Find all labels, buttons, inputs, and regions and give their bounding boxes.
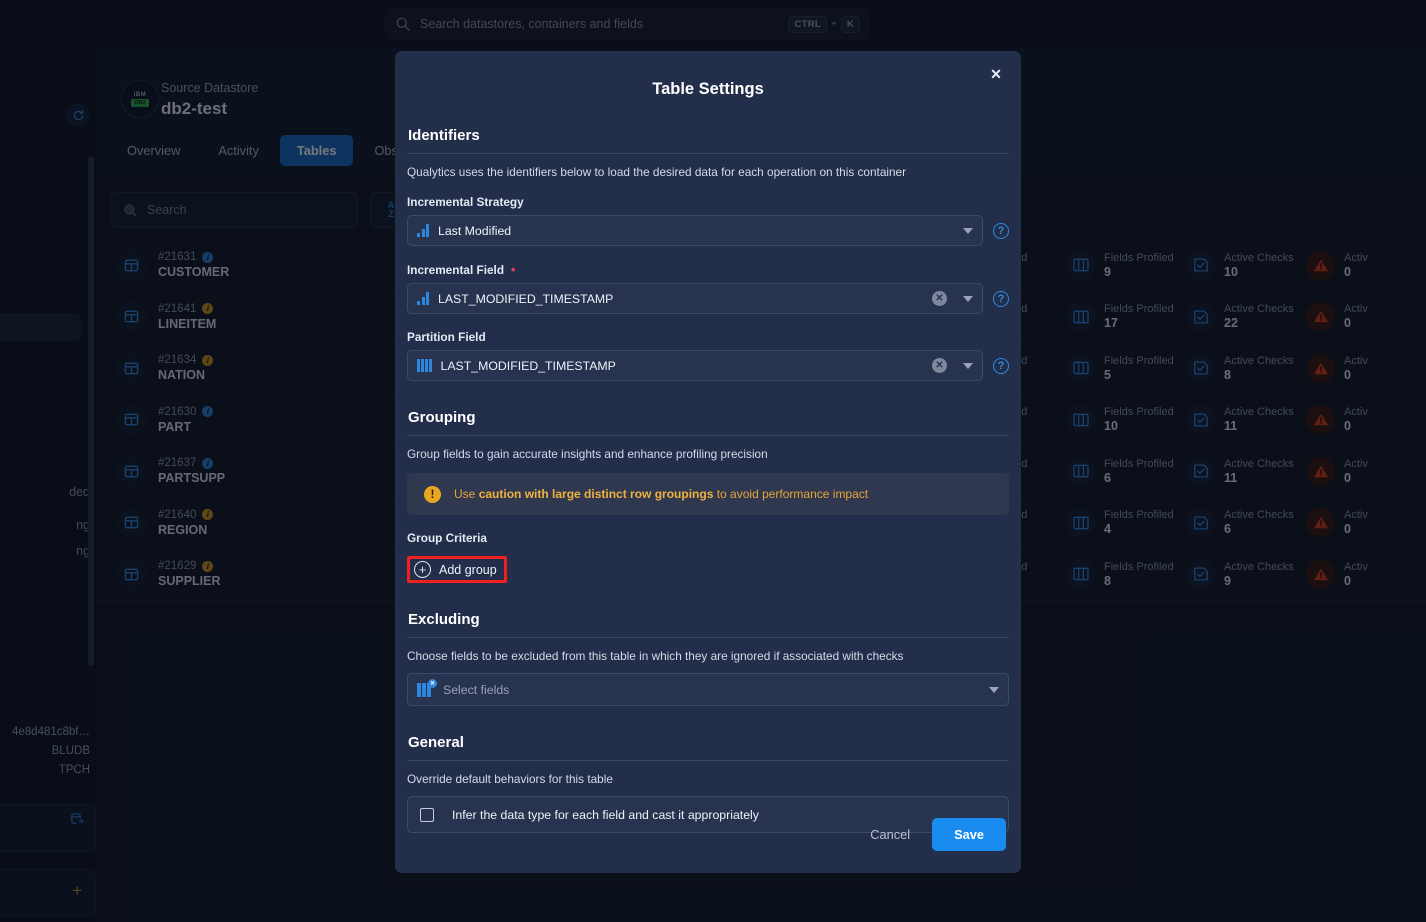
warn-suffix: to avoid performance impact bbox=[713, 487, 869, 501]
fields-exclude-icon: ✕ bbox=[417, 679, 437, 697]
partition-field-value: LAST_MODIFIED_TIMESTAMP bbox=[440, 358, 616, 373]
grouping-warning-text: Use caution with large distinct row grou… bbox=[454, 487, 868, 501]
required-asterisk: • bbox=[507, 262, 516, 277]
app-root: Search datastores, containers and fields… bbox=[0, 0, 1426, 922]
clear-icon[interactable]: ✕ bbox=[932, 291, 947, 306]
partition-field-select[interactable]: LAST_MODIFIED_TIMESTAMP ✕ bbox=[407, 350, 983, 381]
bar-chart-icon bbox=[417, 224, 429, 237]
group-criteria-label: Group Criteria bbox=[407, 531, 487, 545]
incremental-strategy-row: Last Modified ? bbox=[407, 215, 1009, 246]
section-grouping-heading: Grouping bbox=[408, 409, 476, 426]
divider bbox=[407, 153, 1009, 154]
warning-icon: ! bbox=[424, 485, 441, 503]
infer-data-type-label: Infer the data type for each field and c… bbox=[452, 807, 759, 822]
close-icon[interactable]: ✕ bbox=[985, 63, 1007, 85]
incremental-field-label-text: Incremental Field bbox=[407, 263, 505, 277]
divider bbox=[407, 435, 1009, 436]
chevron-down-icon bbox=[963, 227, 973, 234]
modal-footer: Cancel Save bbox=[870, 818, 1006, 851]
infer-data-type-checkbox[interactable] bbox=[420, 807, 434, 822]
grouping-warning-banner: ! Use caution with large distinct row gr… bbox=[407, 473, 1009, 515]
excluding-row: ✕ Select fields bbox=[407, 673, 1009, 706]
modal-body: Identifiers Qualytics uses the identifie… bbox=[395, 127, 1021, 833]
columns-icon bbox=[417, 359, 432, 372]
help-icon[interactable]: ? bbox=[993, 357, 1009, 374]
add-group-label: Add group bbox=[439, 562, 497, 577]
incremental-strategy-select[interactable]: Last Modified bbox=[407, 215, 983, 246]
incremental-field-row: LAST_MODIFIED_TIMESTAMP ✕ ? bbox=[407, 283, 1009, 314]
incremental-field-value: LAST_MODIFIED_TIMESTAMP bbox=[438, 291, 614, 306]
divider bbox=[407, 760, 1009, 761]
chevron-down-icon bbox=[989, 686, 999, 693]
table-settings-modal: ✕ Table Settings Identifiers Qualytics u… bbox=[395, 51, 1021, 873]
general-description: Override default behaviors for this tabl… bbox=[407, 772, 613, 786]
incremental-field-select[interactable]: LAST_MODIFIED_TIMESTAMP ✕ bbox=[407, 283, 983, 314]
section-excluding-heading: Excluding bbox=[408, 611, 480, 628]
clear-icon[interactable]: ✕ bbox=[932, 358, 947, 373]
bar-chart-icon bbox=[417, 292, 429, 305]
warn-prefix: Use bbox=[454, 487, 479, 501]
exclude-fields-placeholder: Select fields bbox=[443, 682, 510, 697]
section-general-heading: General bbox=[408, 734, 464, 751]
excluding-description: Choose fields to be excluded from this t… bbox=[407, 649, 904, 663]
cancel-button[interactable]: Cancel bbox=[870, 827, 910, 842]
partition-field-row: LAST_MODIFIED_TIMESTAMP ✕ ? bbox=[407, 350, 1009, 381]
save-button[interactable]: Save bbox=[932, 818, 1006, 851]
modal-title: Table Settings bbox=[652, 80, 764, 98]
help-icon[interactable]: ? bbox=[993, 290, 1009, 307]
warn-bold: caution with large distinct row grouping… bbox=[478, 487, 714, 501]
divider bbox=[407, 637, 1009, 638]
exclude-badge-icon: ✕ bbox=[428, 679, 437, 688]
grouping-description: Group fields to gain accurate insights a… bbox=[407, 447, 768, 461]
exclude-fields-select[interactable]: ✕ Select fields bbox=[407, 673, 1009, 706]
chevron-down-icon bbox=[963, 362, 973, 369]
incremental-strategy-label: Incremental Strategy bbox=[407, 195, 524, 209]
plus-circle-icon: + bbox=[414, 561, 431, 578]
section-identifiers-heading: Identifiers bbox=[408, 127, 480, 144]
add-group-button[interactable]: + Add group bbox=[407, 556, 507, 583]
incremental-strategy-value: Last Modified bbox=[438, 223, 512, 238]
help-icon[interactable]: ? bbox=[993, 222, 1009, 239]
identifiers-description: Qualytics uses the identifiers below to … bbox=[407, 165, 907, 179]
incremental-field-label: Incremental Field • bbox=[407, 262, 1009, 277]
chevron-down-icon bbox=[963, 295, 973, 302]
partition-field-label: Partition Field bbox=[407, 330, 486, 344]
